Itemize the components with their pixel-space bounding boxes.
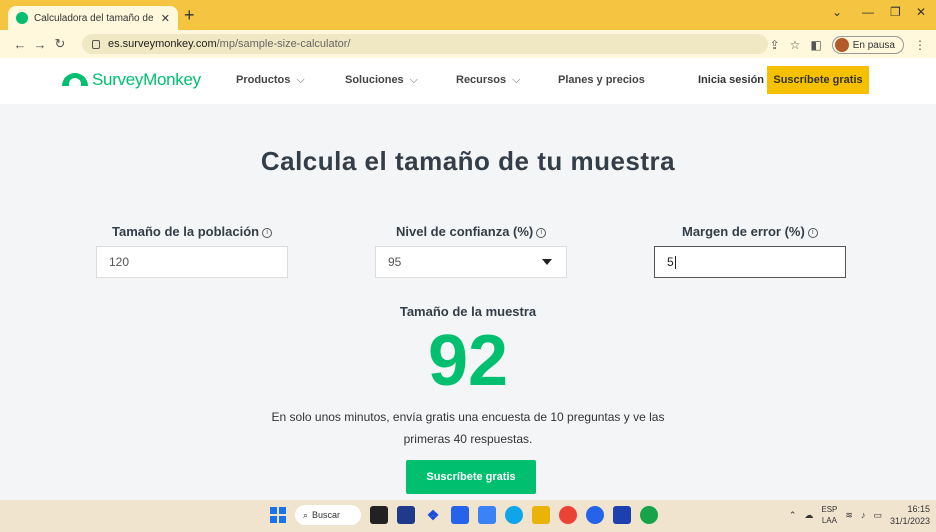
dropdown-arrow-icon: [542, 259, 552, 265]
url-host: es.surveymonkey.com: [108, 38, 217, 50]
onedrive-icon[interactable]: ☁: [804, 510, 813, 521]
promo-line-1: En solo unos minutos, envía gratis una e…: [271, 410, 665, 424]
restore-button[interactable]: ❐: [890, 5, 901, 19]
surveymonkey-logo[interactable]: SurveyMonkey: [62, 70, 201, 90]
clock-date: 31/1/2023: [889, 516, 930, 526]
tab-close-icon[interactable]: ✕: [161, 12, 170, 25]
margin-label-text: Margen de error (%): [682, 224, 805, 239]
back-icon[interactable]: ←: [10, 37, 30, 52]
taskbar-search[interactable]: ⌕ Buscar: [295, 505, 361, 525]
menu-kebab-icon[interactable]: ⋮: [914, 38, 926, 52]
promo-line-2: primeras 40 respuestas.: [403, 432, 533, 446]
nav-label: Recursos: [456, 74, 507, 86]
margin-input[interactable]: 5: [654, 246, 846, 278]
word-icon[interactable]: [613, 506, 631, 524]
lock-icon: [92, 39, 100, 49]
logo-text: SurveyMonkey: [92, 70, 201, 89]
avatar: [834, 38, 849, 52]
task-view-icon[interactable]: [370, 506, 388, 524]
info-icon[interactable]: i: [536, 227, 547, 238]
login-link[interactable]: Inicia sesión: [698, 74, 764, 86]
edge-icon[interactable]: [505, 506, 523, 524]
site-header: SurveyMonkey Productos ⌵ Soluciones ⌵ Recu…: [0, 58, 936, 104]
browser-tab-strip: Calculadora del tamaño de mue: ✕ + ⌄ — ❐…: [0, 0, 936, 30]
info-icon[interactable]: i: [262, 227, 273, 238]
confidence-label: Nivel de confianza (%) i: [396, 224, 547, 239]
margin-value: 5: [667, 255, 674, 269]
file-explorer-icon[interactable]: [532, 506, 550, 524]
signup-button-header[interactable]: Suscríbete gratis: [767, 66, 869, 94]
clock[interactable]: 16:15 31/1/2023: [890, 503, 930, 527]
population-label: Tamaño de la población i: [112, 224, 273, 239]
site-favicon-icon: [16, 12, 28, 24]
reload-icon[interactable]: ↻: [50, 36, 70, 52]
profile-label: En pausa: [852, 39, 895, 51]
margin-label: Margen de error (%) i: [682, 224, 818, 239]
address-bar[interactable]: es.surveymonkey.com/mp/sample-size-calcu…: [82, 34, 768, 54]
minimize-button[interactable]: —: [862, 5, 874, 19]
powerautomate-icon[interactable]: [478, 506, 496, 524]
sample-size-result: 92: [427, 321, 509, 401]
taskbar-search-label: Buscar: [312, 510, 341, 520]
url-path: /mp/sample-size-calculator/: [216, 38, 351, 50]
info-icon[interactable]: i: [807, 227, 818, 238]
forward-icon[interactable]: →: [30, 37, 50, 52]
zoom-icon[interactable]: [586, 506, 604, 524]
nav-planes[interactable]: Planes y precios: [558, 74, 645, 86]
share-icon[interactable]: ⇪: [770, 38, 780, 52]
search-icon: ⌕: [303, 509, 309, 520]
bookmark-star-icon[interactable]: ☆: [790, 38, 801, 52]
lang-bottom: LAA: [821, 516, 837, 525]
tab-title: Calculadora del tamaño de mue:: [34, 12, 155, 24]
population-value: 120: [109, 255, 130, 269]
close-window-button[interactable]: ✕: [916, 5, 926, 19]
volume-icon[interactable]: ♪: [861, 510, 866, 520]
side-panel-icon[interactable]: ◧: [810, 38, 821, 52]
browser-tab[interactable]: Calculadora del tamaño de mue: ✕: [8, 6, 178, 30]
spotify-icon[interactable]: [640, 506, 658, 524]
logo-mark-icon: [62, 73, 88, 87]
chevron-down-icon: ⌵: [512, 74, 521, 86]
widgets-icon[interactable]: [397, 506, 415, 524]
population-label-text: Tamaño de la población: [112, 224, 260, 239]
mail-icon[interactable]: [451, 506, 469, 524]
wifi-icon[interactable]: ≋: [845, 510, 853, 521]
promo-text: En solo unos minutos, envía gratis una e…: [0, 406, 936, 450]
confidence-select[interactable]: 95: [375, 246, 567, 278]
confidence-value: 95: [388, 255, 402, 269]
nav-label: Soluciones: [345, 74, 404, 86]
signup-button-main[interactable]: Suscríbete gratis: [406, 460, 536, 494]
chevron-down-icon: ⌵: [409, 74, 419, 86]
nav-label: Planes y precios: [558, 74, 645, 86]
calculator-section: Calcula el tamaño de tu muestra Tamaño d…: [0, 104, 936, 500]
tab-search-icon[interactable]: ⌄: [832, 5, 842, 19]
text-cursor: [674, 255, 676, 269]
lang-top: ESP: [821, 505, 838, 514]
language-indicator[interactable]: ESP LAA: [821, 504, 837, 526]
nav-label: Productos: [236, 74, 291, 86]
browser-toolbar: ← → ↻ es.surveymonkey.com/mp/sample-size…: [0, 30, 936, 58]
result-label: Tamaño de la muestra: [399, 304, 537, 319]
nav-productos[interactable]: Productos ⌵: [236, 74, 305, 87]
windows-start-icon[interactable]: [270, 507, 286, 523]
profile-button[interactable]: En pausa: [831, 36, 904, 54]
clock-time: 16:15: [907, 504, 930, 514]
chrome-icon[interactable]: [559, 506, 577, 524]
nav-soluciones[interactable]: Soluciones ⌵: [345, 74, 418, 87]
confidence-label-text: Nivel de confianza (%): [396, 224, 534, 239]
nav-recursos[interactable]: Recursos ⌵: [456, 74, 520, 87]
battery-icon[interactable]: ▭: [873, 510, 882, 521]
chevron-down-icon: ⌵: [296, 74, 305, 86]
dropbox-icon[interactable]: ❖: [424, 506, 442, 524]
new-tab-button[interactable]: +: [184, 6, 195, 24]
tray-chevron-icon[interactable]: ⌃: [789, 510, 797, 521]
taskbar: ⌕ Buscar ❖ ⌃ ☁ ESP LAA ≋ ♪ ▭ 16:15 31/1/…: [0, 500, 936, 532]
population-input[interactable]: 120: [96, 246, 288, 278]
page-title: Calcula el tamaño de tu muestra: [260, 146, 676, 176]
